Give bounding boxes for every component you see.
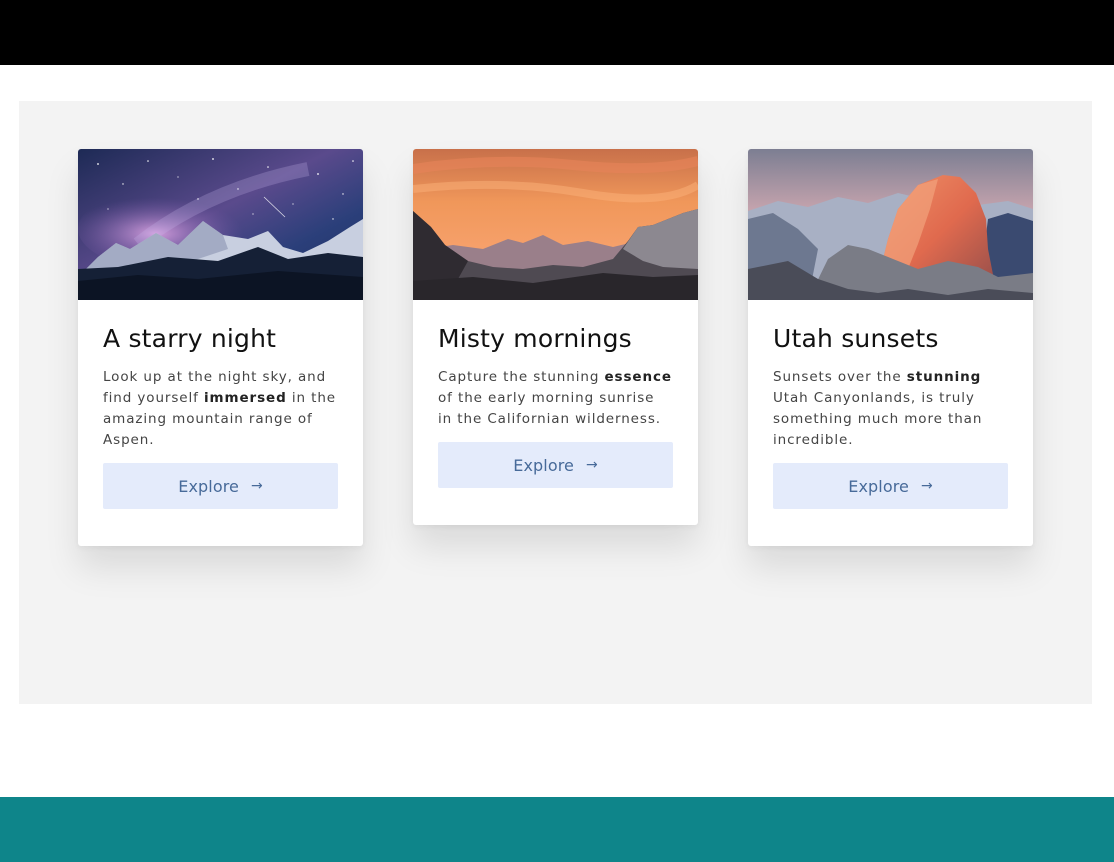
emphasis-text: stunning xyxy=(906,369,982,385)
card-description: Sunsets over the stunning Utah Canyonlan… xyxy=(773,369,983,448)
card-description: Capture the stunning essence of the earl… xyxy=(438,369,672,427)
card-utah-sunsets: Utah sunsets Sunsets over the stunning U… xyxy=(748,149,1033,546)
top-bar xyxy=(0,0,1114,65)
arrow-right-icon: → xyxy=(251,478,263,494)
explore-button[interactable]: Explore → xyxy=(438,442,673,488)
starry-mountain-photo xyxy=(78,149,363,300)
emphasis-text: immersed xyxy=(204,390,287,406)
card-title: Utah sunsets xyxy=(773,324,939,353)
arrow-right-icon: → xyxy=(921,478,933,494)
arrow-right-icon: → xyxy=(586,457,598,473)
half-dome-sunset-photo xyxy=(748,149,1033,300)
explore-button[interactable]: Explore → xyxy=(773,463,1008,509)
explore-button-label: Explore xyxy=(178,476,239,496)
explore-button-label: Explore xyxy=(513,455,574,475)
bottom-bar xyxy=(0,797,1114,862)
sunrise-mountain-photo xyxy=(413,149,698,300)
card-title: A starry night xyxy=(103,324,277,353)
emphasis-text: essence xyxy=(604,369,672,385)
card-misty-mornings: Misty mornings Capture the stunning esse… xyxy=(413,149,698,525)
cards-panel: A starry night Look up at the night sky,… xyxy=(19,101,1092,704)
explore-button[interactable]: Explore → xyxy=(103,463,338,509)
card-description: Look up at the night sky, and find yours… xyxy=(103,369,337,448)
card-starry-night: A starry night Look up at the night sky,… xyxy=(78,149,363,546)
explore-button-label: Explore xyxy=(848,476,909,496)
card-title: Misty mornings xyxy=(438,324,632,353)
